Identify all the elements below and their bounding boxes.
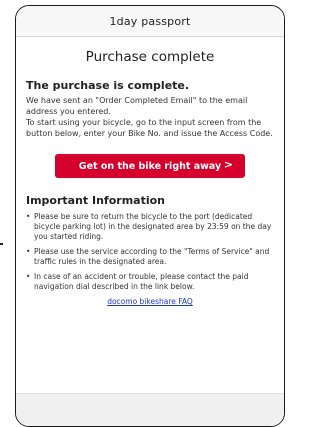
edge-marker bbox=[0, 243, 3, 245]
bullet-icon: • bbox=[26, 272, 31, 281]
header-title: 1day passport bbox=[109, 14, 191, 28]
list-item: • Please be sure to return the bicycle t… bbox=[26, 212, 274, 242]
get-on-bike-button[interactable]: Get on the bike right away > bbox=[55, 154, 245, 178]
important-info-heading: Important Information bbox=[26, 194, 166, 207]
faq-link[interactable]: docomo bikeshare FAQ bbox=[107, 297, 193, 306]
page-footer bbox=[16, 393, 284, 426]
page-title: Purchase complete bbox=[85, 49, 215, 65]
get-on-bike-button-label: Get on the bike right away bbox=[78, 160, 222, 172]
important-info-list: • Please be sure to return the bicycle t… bbox=[26, 212, 274, 292]
list-item-text: In case of an accident or trouble, pleas… bbox=[34, 272, 249, 291]
bullet-icon: • bbox=[26, 247, 31, 256]
app-header: 1day passport bbox=[16, 6, 284, 37]
list-item: • Please use the service according to th… bbox=[26, 247, 274, 267]
phone-frame: 1day passport Purchase complete The purc… bbox=[15, 5, 285, 427]
completion-heading: The purchase is complete. bbox=[26, 79, 190, 92]
main-content: The purchase is complete. We have sent a… bbox=[16, 79, 284, 306]
instructions-text: To start using your bicycle, go to the i… bbox=[26, 118, 273, 138]
list-item-text: Please be sure to return the bicycle to … bbox=[34, 212, 272, 241]
chevron-right-icon: > bbox=[223, 158, 233, 171]
bullet-icon: • bbox=[26, 212, 31, 221]
list-item: • In case of an accident or trouble, ple… bbox=[26, 272, 274, 292]
list-item-text: Please use the service according to the … bbox=[34, 247, 270, 266]
email-sent-text: We have sent an "Order Completed Email" … bbox=[26, 96, 248, 116]
faq-link-row: docomo bikeshare FAQ bbox=[26, 297, 274, 306]
